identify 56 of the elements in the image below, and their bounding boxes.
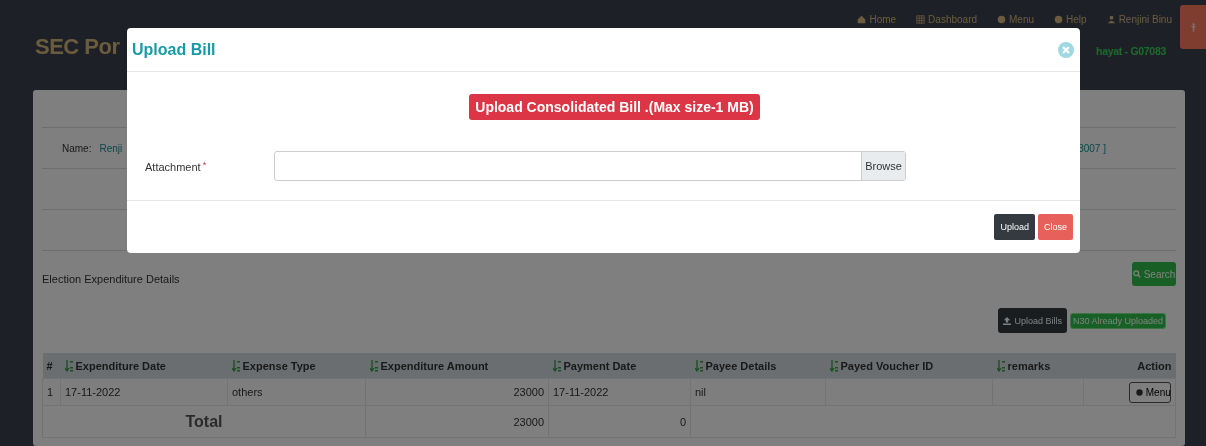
portal-title: SEC Por: [35, 33, 120, 61]
column-header: #: [42, 353, 61, 379]
status-badge: N30 Already Uploaded: [1069, 312, 1166, 329]
upload-bills-button[interactable]: Upload Bills: [998, 308, 1067, 333]
file-input[interactable]: Browse: [274, 151, 906, 181]
column-header[interactable]: Payed Voucher ID: [825, 353, 993, 379]
total-amount: 23000: [513, 415, 544, 428]
sort-icon[interactable]: [694, 359, 704, 372]
sort-icon[interactable]: [369, 359, 379, 372]
nav-link[interactable]: Help: [1054, 14, 1087, 25]
search-button[interactable]: Search: [1132, 262, 1176, 286]
sort-icon[interactable]: [829, 359, 839, 372]
nav-link[interactable]: Renjini Binu: [1106, 14, 1172, 25]
table-cell: 1: [47, 386, 54, 398]
table-cell: nil: [695, 386, 706, 398]
nav-link[interactable]: Menu: [997, 14, 1035, 25]
total-label: Total: [185, 412, 223, 430]
table-cell: 23000: [513, 386, 544, 398]
nav-link[interactable]: Home: [857, 14, 897, 25]
close-icon[interactable]: [1058, 41, 1074, 58]
accessibility-button[interactable]: [1180, 5, 1206, 49]
browse-button[interactable]: Browse: [861, 152, 905, 180]
column-header[interactable]: Payee Details: [690, 353, 826, 379]
sort-icon[interactable]: [231, 359, 241, 372]
table-cell: 17-11-2022: [65, 386, 121, 398]
column-header[interactable]: Expenditure Date: [60, 353, 228, 379]
circle-icon: [1136, 388, 1143, 396]
home-icon: [857, 15, 867, 24]
search-icon: [1132, 270, 1141, 278]
grid-icon: [916, 15, 926, 24]
menu-button[interactable]: Menu: [1129, 381, 1171, 403]
table-cell: others: [232, 386, 263, 398]
column-header[interactable]: Expense Type: [227, 353, 366, 379]
column-header: Action: [1083, 353, 1176, 379]
circle-icon: [997, 15, 1007, 24]
name-label: Name:: [62, 142, 92, 154]
table-cell: 17-11-2022: [553, 386, 609, 398]
sort-icon[interactable]: [552, 359, 562, 372]
column-header[interactable]: Expenditure Amount: [365, 353, 549, 379]
panchayat-label: hayat - G07083: [1096, 45, 1167, 57]
column-header[interactable]: Payment Date: [548, 353, 691, 379]
close-button[interactable]: Close: [1038, 214, 1073, 240]
upload-icon: [1003, 316, 1012, 325]
user-icon: [1106, 15, 1116, 24]
modal-title: Upload Bill: [132, 40, 216, 59]
help-icon: [1054, 15, 1064, 24]
section-title: Election Expenditure Details: [42, 273, 180, 285]
column-header[interactable]: remarks: [992, 353, 1084, 379]
sort-icon[interactable]: [996, 359, 1006, 372]
attachment-label: Attachment $^{*}$: [145, 159, 208, 173]
upload-button[interactable]: Upload: [994, 214, 1035, 240]
sort-icon[interactable]: [64, 359, 74, 372]
size-notice: Upload Consolidated Bill .(Max size-1 MB): [469, 94, 760, 120]
nav-link[interactable]: Dashboard: [916, 14, 978, 25]
total-payment: 0: [679, 415, 686, 428]
name-value: Renji: [99, 142, 123, 154]
